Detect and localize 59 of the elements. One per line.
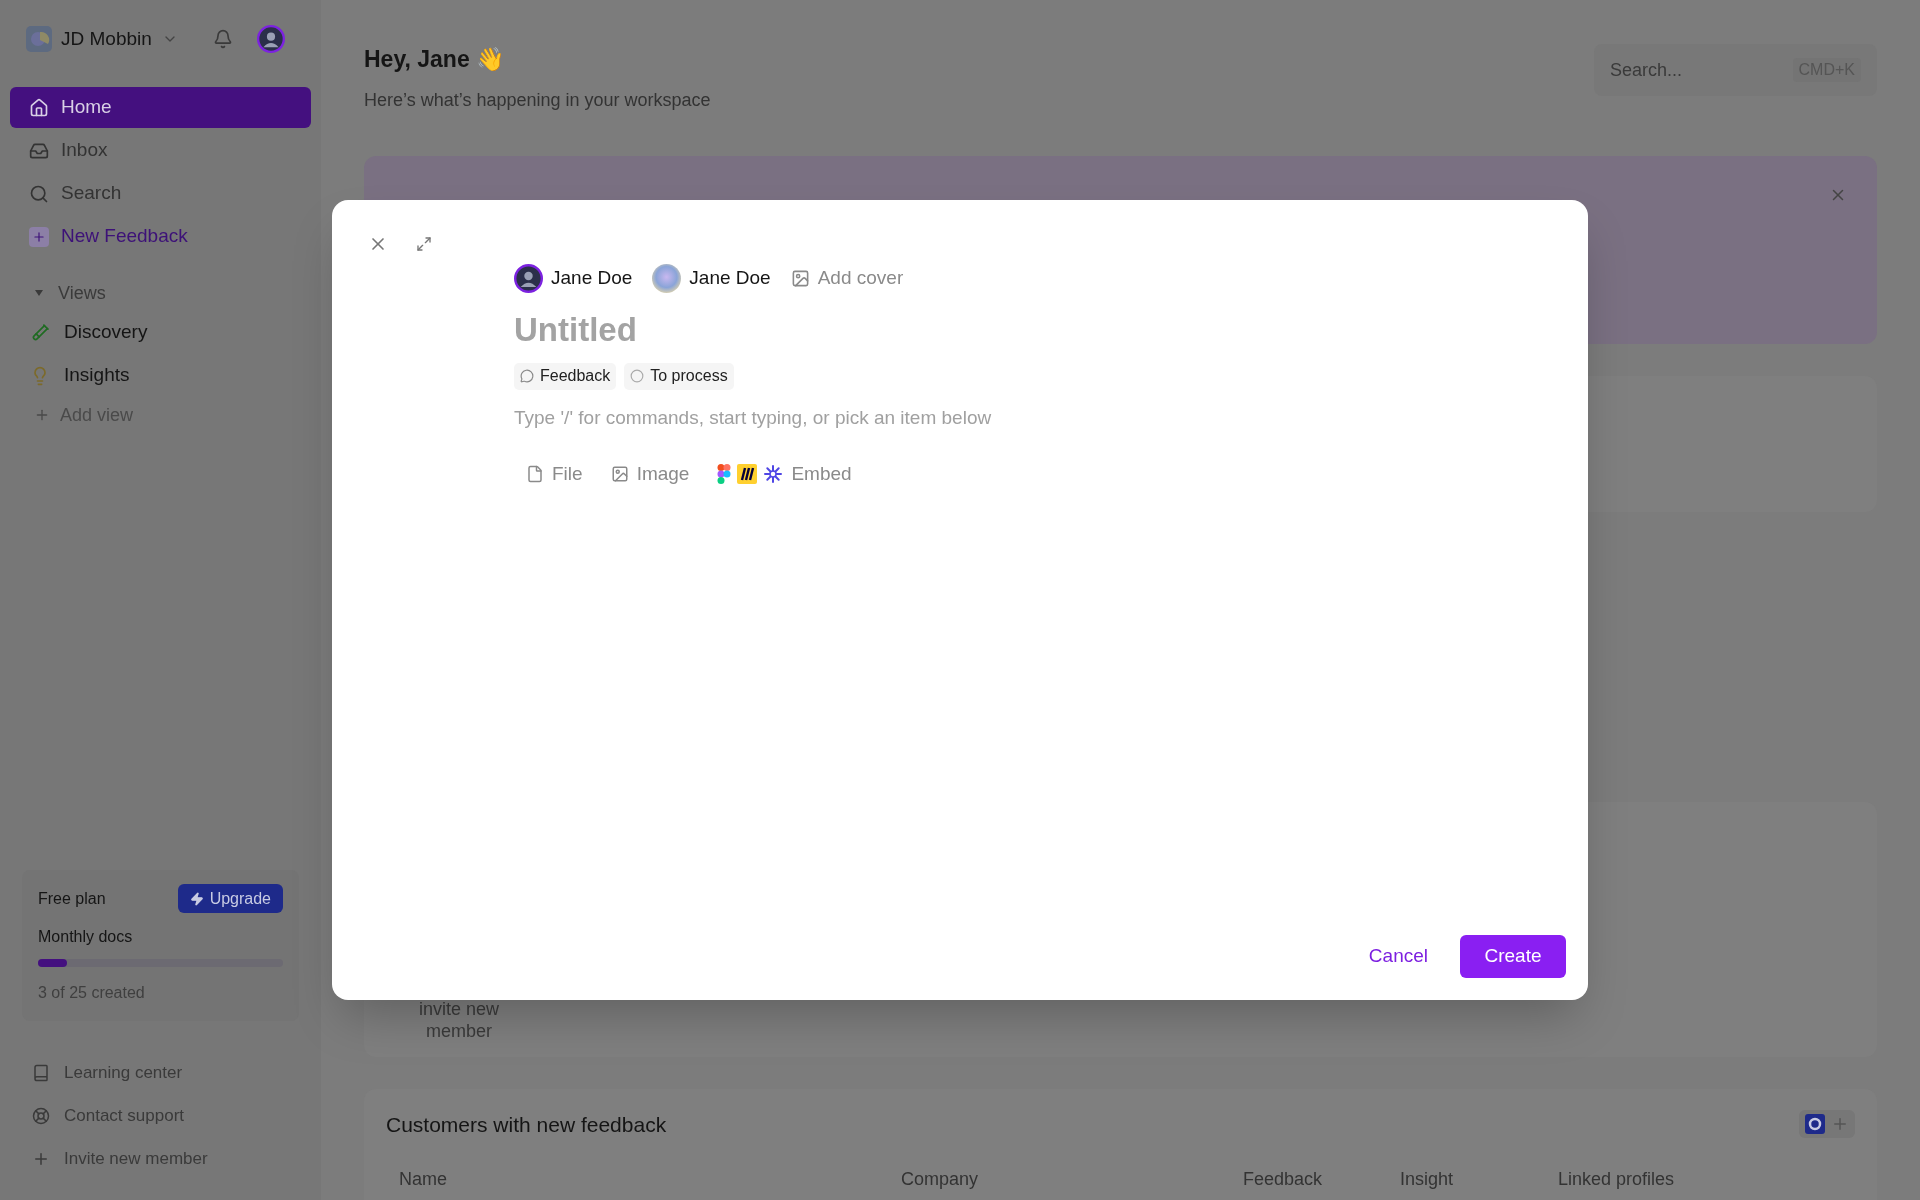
avatar (257, 25, 285, 53)
title-field[interactable]: Untitled (514, 305, 1214, 355)
column-header: Linked profiles (1558, 1168, 1676, 1191)
add-cover-button[interactable]: Add cover (790, 264, 904, 293)
column-header: Name (399, 1168, 448, 1191)
editor-field[interactable]: Type '/' for commands, start typing, or pick an item below (514, 403, 1414, 432)
view-item[interactable]: Discovery (10, 311, 311, 354)
plus-icon (34, 407, 50, 423)
insert-button[interactable]: File (526, 460, 583, 489)
upgrade-button[interactable]: Upgrade (177, 884, 283, 913)
meter-label: Monthly docs (38, 927, 134, 947)
insert-button[interactable]: Image (610, 460, 690, 489)
file-icon (526, 465, 544, 484)
insert-button[interactable]: Embed (717, 460, 852, 489)
search-icon (29, 183, 49, 204)
home-icon (29, 97, 49, 118)
create-button[interactable]: Create (1460, 935, 1566, 978)
search-input[interactable]: Search... (1610, 56, 1793, 84)
person-chip[interactable]: Jane Doe (652, 264, 771, 293)
views-toggle[interactable]: Views (10, 275, 311, 311)
section-title: Customers with new feedback (386, 1111, 667, 1138)
figma-icon (717, 464, 732, 485)
footer-link[interactable]: Contact support (10, 1094, 311, 1137)
person-chip[interactable]: Jane Doe (514, 264, 633, 293)
greeting: Hey, Jane 👋 (364, 45, 507, 74)
board-icon (737, 464, 758, 485)
column-header: Feedback (1243, 1168, 1324, 1191)
invite-member-label: invite new member (417, 997, 500, 1042)
asterisk-icon (763, 464, 784, 485)
property-tag[interactable]: To process (624, 362, 734, 390)
image-icon (790, 269, 810, 288)
expand-icon[interactable] (416, 236, 432, 252)
nav-item[interactable]: Inbox (10, 130, 311, 171)
nav-item[interactable]: Home (10, 87, 311, 128)
footer-link[interactable]: Invite new member (10, 1137, 311, 1180)
lightning-icon (189, 891, 204, 906)
lifebuoy-icon (32, 1106, 50, 1125)
caret-icon (34, 289, 44, 297)
plan-title: Free plan (38, 888, 106, 909)
toggle-icon[interactable] (1805, 1114, 1825, 1135)
footer-link[interactable]: Learning center (10, 1051, 311, 1094)
avatar (514, 264, 543, 293)
subtitle: Here’s what’s happening in your workspace (364, 88, 711, 112)
plus-icon (29, 226, 49, 247)
avatar (652, 264, 682, 293)
nav-item[interactable]: New Feedback (10, 216, 311, 257)
image-icon (610, 465, 629, 484)
view-item[interactable]: Insights (10, 354, 311, 397)
workspace-logo (26, 26, 52, 52)
property-tag[interactable]: Feedback (514, 362, 617, 390)
column-header: Insight (1400, 1168, 1455, 1191)
circle-icon (630, 369, 645, 383)
column-header: Company (901, 1168, 980, 1191)
workspace-switcher[interactable]: JD Mobbin (61, 24, 178, 54)
bell-icon[interactable] (213, 29, 233, 49)
speech-bubble-icon (520, 369, 534, 383)
book-icon (32, 1063, 50, 1082)
nav-item[interactable]: Search (10, 173, 311, 214)
cancel-button[interactable]: Cancel (1368, 942, 1428, 971)
